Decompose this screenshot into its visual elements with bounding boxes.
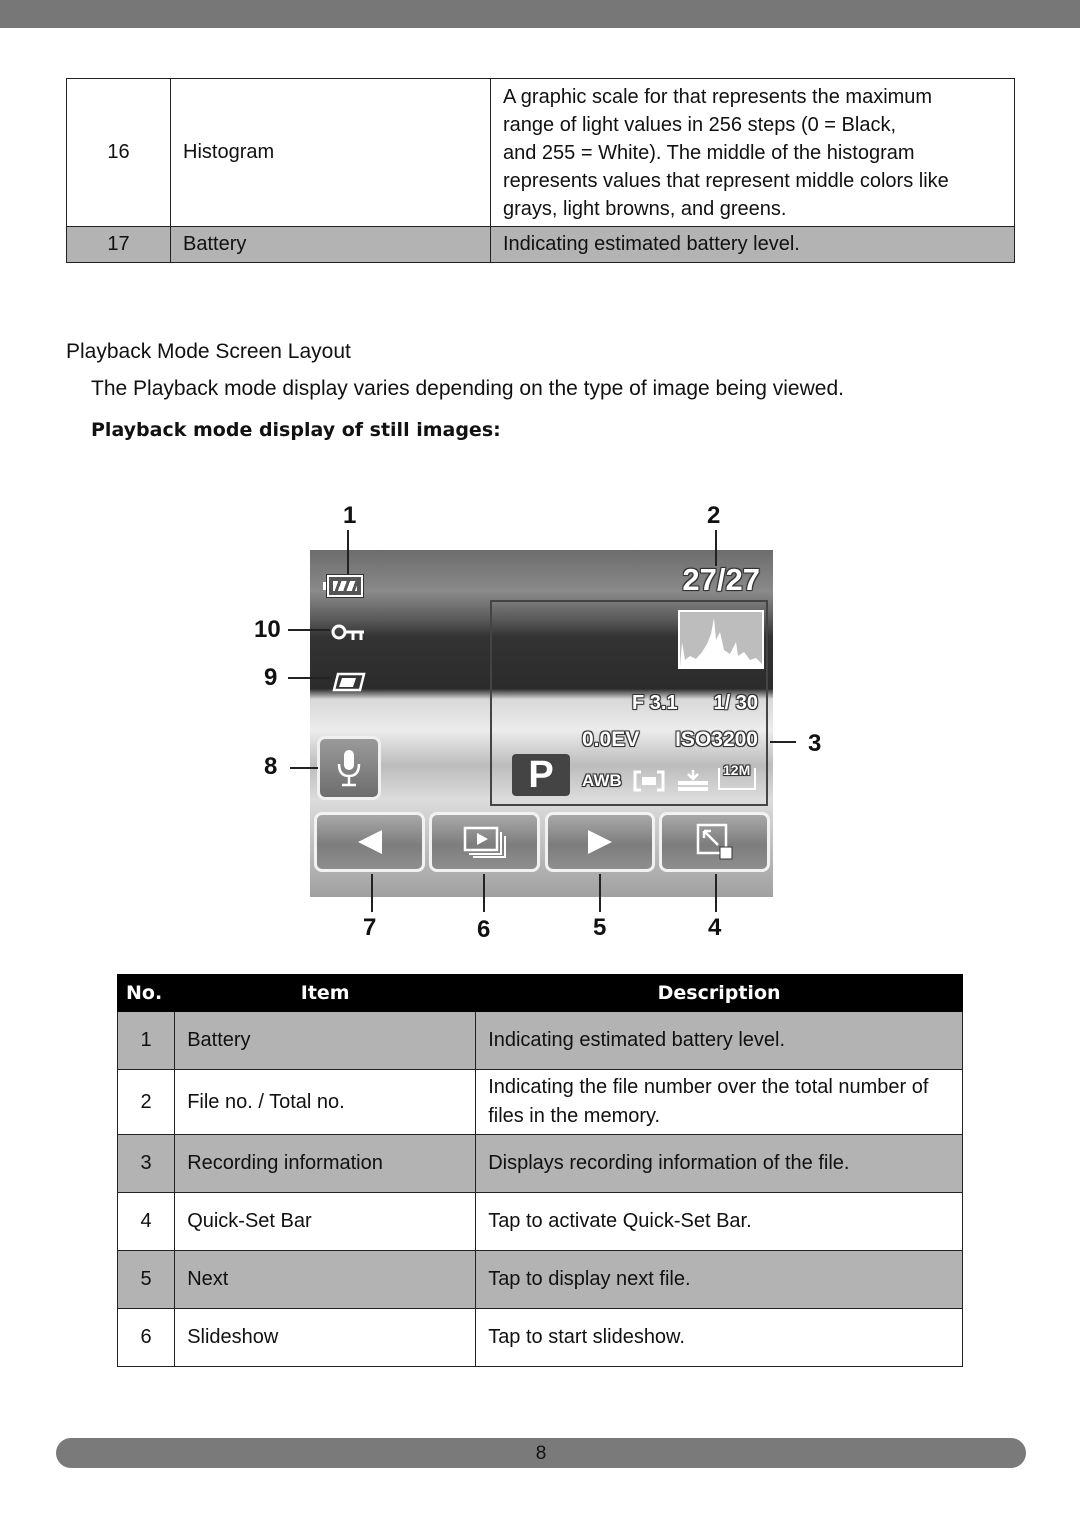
leader-line — [599, 874, 601, 912]
white-balance-value: AWB — [582, 771, 622, 790]
slideshow-icon — [463, 826, 506, 858]
manual-page: 16 Histogram A graphic scale for that re… — [0, 0, 1080, 1527]
row-no: 1 — [116, 1011, 176, 1070]
row-description: Tap to start slideshow. — [475, 1308, 963, 1367]
desc-line: represents values that represent middle … — [503, 169, 949, 192]
resolution-icon: 12M — [718, 762, 756, 790]
desc-line: A graphic scale for that represents the … — [503, 85, 933, 108]
dpof-print-icon — [330, 670, 368, 701]
callout-7: 7 — [363, 914, 377, 941]
row-item: Quick-Set Bar — [174, 1192, 477, 1251]
table-row: 17 Battery Indicating estimated battery … — [66, 226, 1015, 263]
row-no: 16 — [66, 78, 171, 227]
row-item: Battery — [170, 226, 491, 263]
callout-2: 2 — [707, 502, 721, 529]
page-number: 8 — [535, 1443, 547, 1464]
table-row: 4 Quick-Set Bar Tap to activate Quick-Se… — [116, 1192, 963, 1251]
row-description: Indicating estimated battery level. — [475, 1011, 963, 1070]
header-item: Item — [174, 974, 477, 1012]
row-item: File no. / Total no. — [174, 1069, 477, 1135]
desc-line: grays, light browns, and greens. — [503, 197, 787, 220]
table-row: 2 File no. / Total no. Indicating the fi… — [116, 1069, 963, 1135]
table-continued: 16 Histogram A graphic scale for that re… — [66, 78, 1015, 263]
table-header-row: No. Item Description — [116, 974, 963, 1012]
row-no: 4 — [116, 1192, 176, 1251]
table-row: 1 Battery Indicating estimated battery l… — [116, 1011, 963, 1070]
row-description: A graphic scale for that represents the … — [490, 78, 1015, 227]
row-description: Tap to display next file. — [475, 1250, 963, 1309]
aperture-value: F 3.1 — [632, 692, 678, 714]
quick-set-icon — [696, 823, 732, 860]
previous-button[interactable] — [314, 812, 425, 872]
desc-line: and 255 = White). The middle of the hist… — [503, 141, 915, 164]
table-row: 6 Slideshow Tap to start slideshow. — [116, 1308, 963, 1367]
mode-p-badge: P — [512, 754, 570, 796]
next-button[interactable] — [545, 812, 655, 872]
row-description: Indicating the file number over the tota… — [475, 1069, 963, 1135]
ev-value: 0.0EV — [582, 728, 640, 751]
row-item: Battery — [174, 1011, 477, 1070]
section-intro: The Playback mode display varies dependi… — [91, 377, 844, 400]
leader-line — [715, 874, 717, 912]
camera-screen: 27/27 F 3.1 1/ 30 0.0EV ISO3200 P AWB 12… — [310, 550, 773, 897]
quality-icon — [676, 768, 710, 797]
row-no: 5 — [116, 1250, 176, 1309]
leader-line — [347, 530, 349, 574]
slideshow-button[interactable] — [429, 812, 540, 872]
section-title: Playback Mode Screen Layout — [66, 340, 351, 363]
leader-line — [371, 874, 373, 912]
leader-line — [288, 677, 330, 679]
callout-10: 10 — [254, 616, 281, 643]
row-no: 2 — [116, 1069, 176, 1135]
header-description: Description — [475, 974, 963, 1012]
row-description: Indicating estimated battery level. — [490, 226, 1015, 263]
section-subheading: Playback mode display of still images: — [91, 419, 501, 441]
voice-memo-button[interactable] — [317, 736, 381, 800]
callout-1: 1 — [343, 502, 357, 529]
top-bar — [0, 0, 1080, 28]
callout-3: 3 — [808, 730, 822, 757]
playback-items-table: No. Item Description 1 Battery Indicatin… — [116, 974, 963, 1367]
callout-4: 4 — [708, 914, 722, 941]
row-no: 6 — [116, 1308, 176, 1367]
row-no: 3 — [116, 1134, 176, 1193]
file-counter: 27/27 — [682, 562, 760, 597]
shutter-value: 1/ 30 — [713, 692, 758, 714]
row-item: Slideshow — [174, 1308, 477, 1367]
leader-line — [715, 530, 717, 566]
battery-icon — [323, 575, 363, 597]
leader-line — [288, 629, 330, 631]
leader-line — [290, 767, 318, 769]
previous-icon — [357, 830, 382, 854]
row-no: 17 — [66, 226, 171, 263]
desc-line: range of light values in 256 steps (0 = … — [503, 113, 897, 136]
protect-key-icon — [330, 622, 366, 649]
callout-8: 8 — [264, 753, 278, 780]
callout-5: 5 — [593, 914, 607, 941]
row-description: Tap to activate Quick-Set Bar. — [475, 1192, 963, 1251]
row-description: Displays recording information of the fi… — [475, 1134, 963, 1193]
next-icon — [588, 830, 612, 854]
callout-6: 6 — [477, 916, 491, 943]
metering-icon — [633, 770, 665, 797]
row-item: Histogram — [170, 78, 491, 227]
row-item: Recording information — [174, 1134, 477, 1193]
table-row: 16 Histogram A graphic scale for that re… — [66, 78, 1015, 227]
histogram — [678, 610, 764, 669]
header-no: No. — [116, 974, 176, 1012]
iso-value: ISO3200 — [675, 728, 758, 751]
table-row: 5 Next Tap to display next file. — [116, 1250, 963, 1309]
leader-line — [770, 741, 796, 743]
table-row: 3 Recording information Displays recordi… — [116, 1134, 963, 1193]
row-item: Next — [174, 1250, 477, 1309]
callout-9: 9 — [264, 664, 278, 691]
footer-bar: 8 — [56, 1438, 1026, 1468]
quick-set-button[interactable] — [659, 812, 770, 872]
resolution-value: 12M — [723, 762, 751, 778]
microphone-icon — [337, 750, 361, 787]
leader-line — [483, 874, 485, 912]
